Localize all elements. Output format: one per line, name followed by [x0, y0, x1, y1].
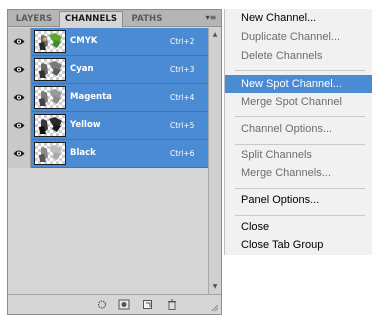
menu-item-duplicate-channel: Duplicate Channel... [241, 31, 341, 43]
eye-icon [13, 150, 25, 157]
scroll-up-arrow-icon[interactable]: ▲ [209, 30, 221, 40]
eye-icon [13, 122, 25, 129]
eye-icon [13, 66, 25, 73]
tab-paths[interactable]: PATHS [124, 11, 170, 27]
channel-thumbnail [34, 114, 66, 137]
channel-thumbnail [34, 30, 66, 53]
menu-item-merge-spot-channel: Merge Spot Channel [241, 96, 342, 108]
menu-item-new-channel[interactable]: New Channel... [225, 9, 372, 27]
channel-row-magenta[interactable]: Magenta Ctrl+4 [8, 84, 208, 112]
channel-name: Magenta [70, 92, 112, 102]
panel-bottom-bar [8, 294, 221, 314]
scroll-down-arrow-icon[interactable]: ▼ [209, 282, 221, 292]
channel-thumbnail [34, 58, 66, 81]
delete-channel-icon[interactable] [166, 299, 178, 310]
menu-item-channel-options: Channel Options... [241, 123, 333, 135]
menu-item-panel-options[interactable]: Panel Options... [225, 191, 372, 209]
tab-layers[interactable]: LAYERS [10, 11, 58, 27]
resize-grip-icon[interactable] [211, 304, 219, 312]
menu-separator [235, 144, 365, 145]
save-selection-icon[interactable] [118, 299, 130, 310]
panel-tab-bar: LAYERS CHANNELS PATHS ▾≡ [8, 10, 221, 28]
channel-name: CMYK [70, 36, 98, 46]
menu-item-merge-channels: Merge Channels... [241, 167, 331, 179]
channel-name: Yellow [70, 120, 101, 130]
channel-name: Cyan [70, 64, 94, 74]
menu-item-delete-channels: Delete Channels [241, 50, 323, 62]
visibility-toggle[interactable] [8, 28, 31, 56]
menu-separator [235, 70, 365, 71]
visibility-toggle[interactable] [8, 112, 31, 140]
channel-thumbnail [34, 86, 66, 109]
channel-list-scrollbar[interactable]: ▲ ▼ [208, 28, 221, 294]
channels-panel: LAYERS CHANNELS PATHS ▾≡ CMYK Ctrl+2 Cya… [7, 9, 222, 315]
menu-separator [235, 116, 365, 117]
channel-row-yellow[interactable]: Yellow Ctrl+5 [8, 112, 208, 140]
channel-name: Black [70, 148, 96, 158]
menu-item-close-tab-group[interactable]: Close Tab Group [225, 236, 372, 254]
load-selection-icon[interactable] [96, 299, 108, 310]
channel-shortcut: Ctrl+6 [170, 149, 195, 158]
channel-shortcut: Ctrl+5 [170, 121, 195, 130]
channel-shortcut: Ctrl+4 [170, 93, 195, 102]
visibility-toggle[interactable] [8, 84, 31, 112]
menu-separator [235, 215, 365, 216]
visibility-toggle[interactable] [8, 140, 31, 168]
channel-list: CMYK Ctrl+2 Cyan Ctrl+3 Magenta Ctrl+4 Y… [8, 28, 208, 168]
visibility-toggle[interactable] [8, 56, 31, 84]
panel-menu-icon[interactable]: ▾≡ [204, 12, 218, 24]
channel-shortcut: Ctrl+2 [170, 37, 195, 46]
channel-thumbnail [34, 142, 66, 165]
channels-panel-flyout-menu: New Channel... Duplicate Channel... Dele… [224, 9, 372, 255]
channel-row-black[interactable]: Black Ctrl+6 [8, 140, 208, 168]
menu-item-new-spot-channel[interactable]: New Spot Channel... [225, 75, 372, 93]
channel-row-cyan[interactable]: Cyan Ctrl+3 [8, 56, 208, 84]
menu-item-close[interactable]: Close [225, 218, 372, 236]
new-channel-icon[interactable] [142, 299, 154, 310]
menu-item-split-channels: Split Channels [241, 149, 312, 161]
tab-channels[interactable]: CHANNELS [59, 11, 123, 28]
eye-icon [13, 94, 25, 101]
channel-shortcut: Ctrl+3 [170, 65, 195, 74]
menu-separator [235, 188, 365, 189]
eye-icon [13, 38, 25, 45]
channel-row-cmyk[interactable]: CMYK Ctrl+2 [8, 28, 208, 56]
